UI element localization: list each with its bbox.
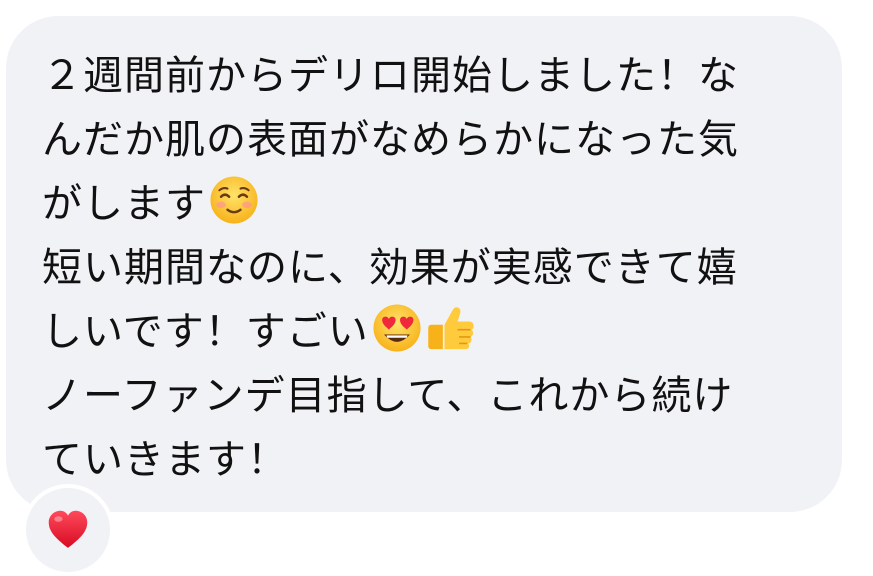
message-line-7: ていきます！ bbox=[42, 437, 288, 483]
message-line-4: 短い期間なのに、効果が実感できて嬉 bbox=[42, 245, 738, 291]
thumbs-up-emoji bbox=[428, 307, 474, 350]
message-line-3-text: がします bbox=[42, 181, 206, 227]
message-line-3: がします bbox=[42, 172, 822, 236]
heart-eyes-emoji bbox=[373, 304, 421, 352]
message-line-1: ２週間前からデリロ開始しました！な bbox=[42, 53, 739, 99]
reaction-badge[interactable] bbox=[22, 484, 114, 576]
message-line-5: しいです！すごい bbox=[42, 300, 822, 364]
message-line-6: ノーファンデ目指して、これから続け bbox=[42, 373, 734, 419]
red-heart-icon bbox=[48, 510, 88, 548]
message-line-5-text: しいです！すごい bbox=[42, 309, 369, 355]
message-text: ２週間前からデリロ開始しました！な んだか肌の表面がなめらかになった気 がします… bbox=[42, 44, 822, 492]
message-line-2: んだか肌の表面がなめらかになった気 bbox=[42, 117, 739, 163]
smiling-face-emoji bbox=[210, 176, 258, 224]
chat-message-view: ２週間前からデリロ開始しました！な んだか肌の表面がなめらかになった気 がします… bbox=[0, 0, 873, 576]
